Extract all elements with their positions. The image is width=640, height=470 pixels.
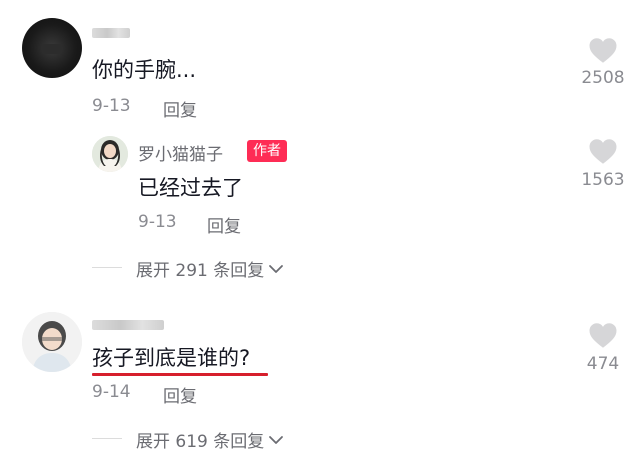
heart-icon[interactable] bbox=[588, 138, 618, 165]
reply-date: 9-13 bbox=[138, 212, 177, 232]
reply-button[interactable]: 回复 bbox=[207, 212, 241, 237]
expand-replies-button[interactable]: 展开 619 条回复 bbox=[136, 427, 284, 452]
comment-text: 孩子到底是谁的? bbox=[92, 346, 251, 370]
chevron-down-icon bbox=[269, 435, 284, 444]
expand-replies-label: 展开 291 条回复 bbox=[136, 261, 265, 281]
comment-date: 9-13 bbox=[92, 96, 131, 116]
expand-replies-button[interactable]: 展开 291 条回复 bbox=[136, 256, 284, 281]
expand-replies-label: 展开 619 条回复 bbox=[136, 432, 265, 452]
expand-divider bbox=[92, 267, 122, 268]
heart-icon[interactable] bbox=[588, 322, 618, 349]
username-blurred[interactable] bbox=[92, 320, 164, 330]
heart-icon[interactable] bbox=[588, 37, 618, 64]
reply-text: 已经过去了 bbox=[138, 176, 243, 200]
username-blurred[interactable] bbox=[92, 28, 130, 38]
reply-button[interactable]: 回复 bbox=[163, 96, 197, 121]
like-count: 474 bbox=[586, 354, 620, 374]
commenter-avatar[interactable] bbox=[22, 312, 82, 372]
expand-divider bbox=[92, 438, 122, 439]
chevron-down-icon bbox=[269, 264, 284, 273]
comment-date: 9-14 bbox=[92, 382, 131, 402]
commenter-avatar[interactable] bbox=[22, 18, 82, 78]
highlight-underline bbox=[92, 373, 268, 376]
avatar-blur bbox=[42, 44, 62, 54]
author-avatar[interactable] bbox=[92, 136, 128, 172]
author-badge: 作者 bbox=[247, 140, 287, 162]
author-avatar-image bbox=[92, 136, 128, 172]
like-count: 2508 bbox=[581, 68, 625, 88]
comment-text: 你的手腕... bbox=[92, 58, 197, 82]
like-count: 1563 bbox=[581, 170, 625, 190]
reply-button[interactable]: 回复 bbox=[163, 382, 197, 407]
author-username[interactable]: 罗小猫猫子 bbox=[138, 140, 223, 165]
avatar-image bbox=[22, 312, 82, 372]
